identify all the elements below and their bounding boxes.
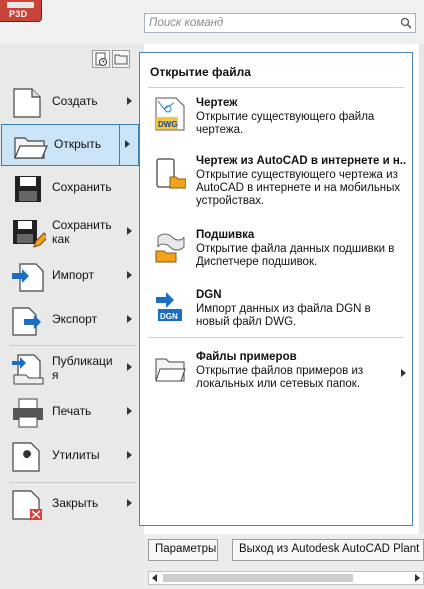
app-button-cap	[7, 2, 34, 8]
chevron-right-icon	[127, 363, 132, 371]
submenu-item-desc: Открытие файла данных подшивки в Диспетч…	[196, 243, 395, 268]
search-input[interactable]: Поиск команд	[144, 13, 416, 33]
scroll-left-icon[interactable]	[152, 574, 157, 582]
chevron-right-icon	[401, 369, 406, 377]
close-document-icon	[12, 490, 42, 520]
svg-text:DGN: DGN	[160, 312, 178, 321]
horizontal-scrollbar[interactable]	[148, 571, 424, 585]
scroll-right-icon[interactable]	[415, 574, 420, 582]
dwg-file-icon: DWG	[155, 97, 185, 131]
svg-text:DWG: DWG	[158, 120, 178, 129]
submenu-item-samples[interactable]: Файлы примеров Открытие файлов примеров …	[150, 351, 406, 391]
menu-item-close[interactable]: Закрыть	[0, 484, 140, 526]
menu-label-line2: я	[52, 368, 59, 382]
submenu-item-cloud[interactable]: Чертеж из AutoCAD в интернете и н... Отк…	[150, 155, 406, 213]
submenu-title-divider	[148, 87, 404, 88]
recent-documents-icon[interactable]	[92, 50, 110, 68]
open-folder-icon	[14, 137, 48, 159]
submenu-item-desc: Открытие существующего файла чертежа.	[196, 111, 375, 136]
chevron-right-icon	[127, 97, 132, 105]
menu-label: Сохранить	[52, 180, 112, 194]
chevron-right-icon	[127, 451, 132, 459]
new-document-icon	[13, 88, 41, 118]
submenu-item-title: Подшивка	[196, 229, 255, 241]
menu-item-publish[interactable]: Публикаци я	[0, 348, 140, 390]
menu-label: Утилиты	[52, 448, 100, 462]
import-icon	[12, 263, 44, 292]
menu-label: Экспорт	[52, 312, 98, 326]
menu-label: Создать	[52, 94, 98, 108]
menu-item-create[interactable]: Создать	[0, 82, 140, 124]
menu-label: Закрыть	[52, 496, 99, 510]
menu-item-save-as[interactable]: Сохранить как	[0, 212, 140, 254]
submenu-item-title: Чертеж	[196, 97, 238, 109]
submenu-item-desc: Открытие существующего чертежа из AutoCA…	[196, 169, 401, 207]
chevron-right-icon	[127, 315, 132, 323]
menu-item-utilities[interactable]: Утилиты	[0, 436, 140, 478]
publish-icon	[12, 354, 44, 385]
submenu-item-drawing[interactable]: DWG Чертеж Открытие существующего файла …	[150, 97, 406, 141]
submenu-item-title: Файлы примеров	[196, 351, 297, 363]
submenu-title: Открытие файла	[150, 65, 251, 79]
menu-label-line1: Сохранить	[52, 218, 112, 232]
save-floppy-icon	[15, 176, 41, 202]
chevron-right-icon[interactable]	[125, 140, 130, 148]
menu-item-save[interactable]: Сохранить	[0, 168, 140, 210]
submenu-item-desc: Открытие файлов примеров из локальных ил…	[196, 365, 364, 390]
printer-icon	[13, 398, 43, 428]
wrench-icon	[12, 442, 40, 472]
menu-separator	[10, 345, 136, 346]
scroll-thumb[interactable]	[163, 574, 353, 582]
menu-label: Открыть	[54, 137, 102, 151]
open-submenu-panel: Открытие файла DWG Чертеж Открытие сущес…	[139, 52, 413, 526]
submenu-item-title: DGN	[196, 289, 222, 301]
app-badge-label: P3D	[9, 9, 28, 19]
mobile-device-icon	[156, 158, 186, 189]
menu-label-line1: Публикаци	[52, 354, 113, 368]
application-button[interactable]: P3D	[0, 0, 42, 22]
search-placeholder: Поиск команд	[149, 17, 224, 29]
options-button[interactable]: Параметры	[148, 539, 218, 561]
menu-label: Импорт	[52, 268, 94, 282]
folder-icon	[155, 358, 186, 382]
submenu-item-title: Чертеж из AutoCAD в интернете и н...	[196, 155, 406, 167]
split-divider	[119, 125, 120, 165]
submenu-item-sheetset[interactable]: Подшивка Открытие файла данных подшивки …	[150, 229, 406, 273]
submenu-divider	[148, 337, 404, 338]
menu-toolbar	[92, 50, 130, 68]
menu-item-import[interactable]: Импорт	[0, 256, 140, 298]
save-as-icon	[13, 220, 46, 248]
menu-item-open[interactable]: Открыть	[1, 124, 139, 166]
chevron-right-icon	[127, 271, 132, 279]
menu-label-line2: как	[52, 232, 70, 246]
open-documents-icon[interactable]	[112, 50, 130, 68]
sheet-set-icon	[155, 233, 185, 263]
submenu-item-dgn[interactable]: DGN DGN Импорт данных из файла DGN в нов…	[150, 289, 406, 333]
menu-separator	[10, 482, 136, 483]
dgn-file-icon: DGN	[156, 292, 182, 321]
chevron-right-icon	[127, 407, 132, 415]
submenu-item-desc: Импорт данных из файла DGN в новый файл …	[196, 303, 371, 328]
export-icon	[12, 307, 41, 336]
menu-item-print[interactable]: Печать	[0, 392, 140, 434]
exit-button[interactable]: Выход из Autodesk AutoCAD Plant 3	[232, 539, 424, 561]
chevron-right-icon	[127, 227, 132, 235]
right-edge	[419, 44, 424, 534]
menu-item-export[interactable]: Экспорт	[0, 300, 140, 342]
menu-label: Печать	[52, 404, 92, 418]
chevron-right-icon	[127, 499, 132, 507]
search-icon[interactable]	[400, 17, 412, 29]
